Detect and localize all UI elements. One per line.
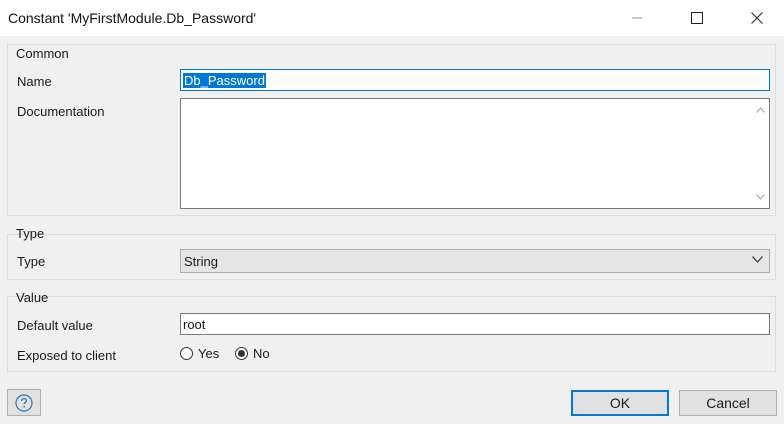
type-group-title: Type <box>16 226 45 241</box>
documentation-label: Documentation <box>17 104 105 119</box>
name-input[interactable]: Db_Password <box>180 69 770 91</box>
type-label: Type <box>17 254 46 269</box>
default-value-label: Default value <box>17 318 93 333</box>
help-button[interactable] <box>7 389 41 416</box>
exposed-yes-label: Yes <box>198 346 220 361</box>
type-select-value: String <box>184 254 218 269</box>
type-select[interactable]: String <box>180 249 770 273</box>
exposed-to-client-label: Exposed to client <box>17 348 117 363</box>
chevron-up-icon <box>755 107 765 113</box>
scroll-down-button[interactable] <box>754 191 766 203</box>
exposed-yes-radio[interactable]: Yes <box>180 346 219 361</box>
exposed-no-radio[interactable]: No <box>235 346 270 361</box>
help-icon <box>15 393 33 412</box>
value-group-title: Value <box>16 290 49 305</box>
maximize-button[interactable] <box>674 0 720 36</box>
chevron-down-icon <box>752 256 763 263</box>
cancel-button-label: Cancel <box>706 395 750 411</box>
default-value-input[interactable]: root <box>180 313 770 335</box>
minimize-button[interactable] <box>614 0 660 36</box>
default-value-text: root <box>183 317 206 332</box>
title-bar: Constant 'MyFirstModule.Db_Password' <box>0 0 784 36</box>
documentation-textarea[interactable] <box>180 98 770 209</box>
window-title: Constant 'MyFirstModule.Db_Password' <box>8 10 257 26</box>
exposed-no-label: No <box>253 346 270 361</box>
cancel-button[interactable]: Cancel <box>679 390 777 416</box>
close-icon <box>751 12 763 24</box>
name-value: Db_Password <box>183 73 266 88</box>
radio-circle-checked <box>235 347 248 360</box>
minimize-icon <box>632 17 642 19</box>
name-label: Name <box>17 74 52 89</box>
chevron-down-icon <box>755 194 765 200</box>
radio-circle <box>180 347 193 360</box>
common-group-title: Common <box>16 46 69 61</box>
close-button[interactable] <box>734 0 780 36</box>
scroll-up-button[interactable] <box>754 104 766 116</box>
ok-button-label: OK <box>609 395 631 411</box>
ok-button[interactable]: OK <box>571 390 669 416</box>
maximize-icon <box>691 12 703 24</box>
